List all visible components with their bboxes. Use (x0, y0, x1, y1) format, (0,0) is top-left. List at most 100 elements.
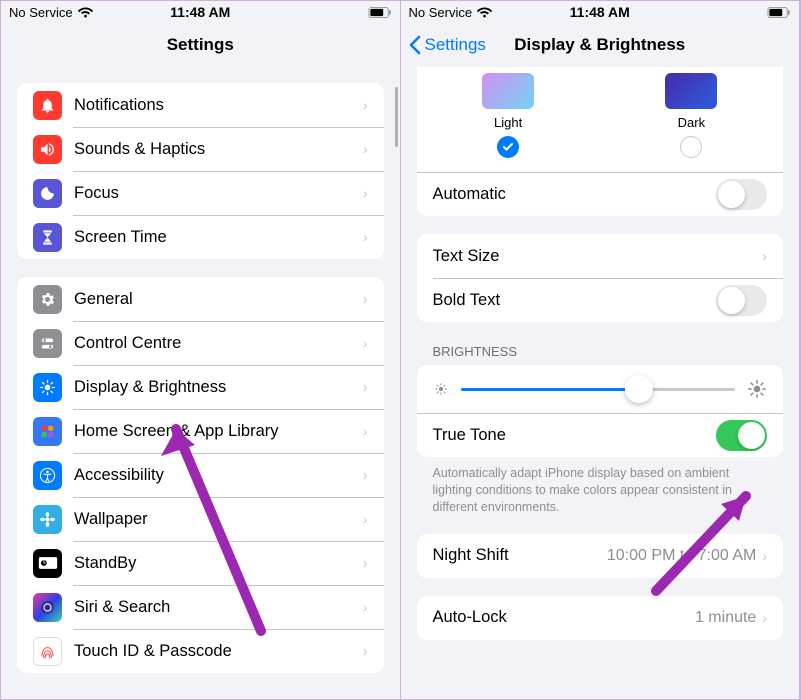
chevron-right-icon: › (363, 467, 368, 483)
status-bar: No Service 11:48 AM (1, 1, 400, 23)
chevron-right-icon: › (762, 610, 767, 626)
settings-group-2: General › Control Centre › Display & Bri… (17, 277, 384, 673)
row-sounds[interactable]: Sounds & Haptics › (17, 127, 384, 171)
chevron-right-icon: › (363, 141, 368, 157)
row-true-tone: True Tone (417, 413, 784, 457)
settings-content[interactable]: Notifications › Sounds & Haptics › Focus… (1, 67, 400, 699)
row-accessibility[interactable]: Accessibility › (17, 453, 384, 497)
sounds-icon (33, 135, 62, 164)
light-thumbnail (482, 73, 534, 109)
chevron-right-icon: › (762, 248, 767, 264)
row-label: Home Screen & App Library (74, 422, 363, 441)
appearance-label: Dark (678, 115, 705, 130)
dark-thumbnail (665, 73, 717, 109)
row-label: Accessibility (74, 466, 363, 485)
row-label: Text Size (433, 247, 763, 266)
wallpaper-icon (33, 505, 62, 534)
appearance-light[interactable]: Light (482, 73, 534, 158)
page-title: Settings (167, 35, 234, 55)
general-icon (33, 285, 62, 314)
carrier-text: No Service (9, 5, 73, 20)
chevron-right-icon: › (363, 291, 368, 307)
row-automatic: Automatic (417, 172, 784, 216)
settings-group-1: Notifications › Sounds & Haptics › Focus… (17, 83, 384, 259)
display-icon (33, 373, 62, 402)
display-brightness-screen: No Service 11:48 AM Settings Display & B… (401, 1, 801, 699)
row-bold-text: Bold Text (417, 278, 784, 322)
row-night-shift[interactable]: Night Shift 10:00 PM to 7:00 AM › (417, 534, 784, 578)
row-label: True Tone (433, 426, 717, 445)
siri-icon (33, 593, 62, 622)
display-content[interactable]: Light Dark Automatic Text Size › Bol (401, 67, 800, 699)
chevron-right-icon: › (363, 643, 368, 659)
accessibility-icon (33, 461, 62, 490)
appearance-section: Light Dark Automatic (417, 67, 784, 216)
chevron-right-icon: › (363, 379, 368, 395)
row-control-centre[interactable]: Control Centre › (17, 321, 384, 365)
automatic-toggle[interactable] (716, 179, 767, 210)
bold-text-toggle[interactable] (716, 285, 767, 316)
row-wallpaper[interactable]: Wallpaper › (17, 497, 384, 541)
brightness-slider[interactable] (461, 388, 736, 391)
battery-icon (368, 7, 392, 18)
row-label: Display & Brightness (74, 378, 363, 397)
row-label: Auto-Lock (433, 608, 695, 627)
row-label: Touch ID & Passcode (74, 642, 363, 661)
row-label: Control Centre (74, 334, 363, 353)
row-touch-id[interactable]: Touch ID & Passcode › (17, 629, 384, 673)
row-home-screen[interactable]: Home Screen & App Library › (17, 409, 384, 453)
appearance-dark[interactable]: Dark (665, 73, 717, 158)
battery-icon (767, 7, 791, 18)
home-screen-icon (33, 417, 62, 446)
wifi-icon (477, 7, 492, 18)
row-label: Siri & Search (74, 598, 363, 617)
row-label: General (74, 290, 363, 309)
row-display-brightness[interactable]: Display & Brightness › (17, 365, 384, 409)
status-time: 11:48 AM (170, 4, 230, 20)
back-label: Settings (425, 35, 486, 55)
text-section: Text Size › Bold Text (417, 234, 784, 322)
header: Settings (1, 23, 400, 67)
row-label: Screen Time (74, 228, 363, 247)
brightness-header: BRIGHTNESS (433, 344, 784, 359)
row-auto-lock[interactable]: Auto-Lock 1 minute › (417, 596, 784, 640)
radio-checked-icon (497, 136, 519, 158)
focus-icon (33, 179, 62, 208)
row-label: Bold Text (433, 291, 717, 310)
carrier-text: No Service (409, 5, 473, 20)
settings-screen: No Service 11:48 AM Settings Notificatio… (1, 1, 401, 699)
row-siri[interactable]: Siri & Search › (17, 585, 384, 629)
row-label: Wallpaper (74, 510, 363, 529)
brightness-section: True Tone (417, 365, 784, 457)
row-label: Notifications (74, 96, 363, 115)
chevron-left-icon (409, 35, 421, 55)
wifi-icon (78, 7, 93, 18)
chevron-right-icon: › (762, 548, 767, 564)
row-label: Night Shift (433, 546, 607, 565)
row-label: Automatic (433, 185, 717, 204)
radio-unchecked-icon (680, 136, 702, 158)
sun-large-icon (747, 379, 767, 399)
control-centre-icon (33, 329, 62, 358)
chevron-right-icon: › (363, 555, 368, 571)
row-standby[interactable]: StandBy › (17, 541, 384, 585)
appearance-label: Light (494, 115, 522, 130)
row-screen-time[interactable]: Screen Time › (17, 215, 384, 259)
chevron-right-icon: › (363, 423, 368, 439)
true-tone-toggle[interactable] (716, 420, 767, 451)
header: Settings Display & Brightness (401, 23, 800, 67)
standby-icon (33, 549, 62, 578)
row-notifications[interactable]: Notifications › (17, 83, 384, 127)
row-label: Sounds & Haptics (74, 140, 363, 159)
back-button[interactable]: Settings (409, 35, 486, 55)
chevron-right-icon: › (363, 511, 368, 527)
scroll-indicator[interactable] (395, 87, 398, 147)
chevron-right-icon: › (363, 185, 368, 201)
row-label: StandBy (74, 554, 363, 573)
row-general[interactable]: General › (17, 277, 384, 321)
notifications-icon (33, 91, 62, 120)
row-text-size[interactable]: Text Size › (417, 234, 784, 278)
row-focus[interactable]: Focus › (17, 171, 384, 215)
status-bar: No Service 11:48 AM (401, 1, 800, 23)
chevron-right-icon: › (363, 599, 368, 615)
